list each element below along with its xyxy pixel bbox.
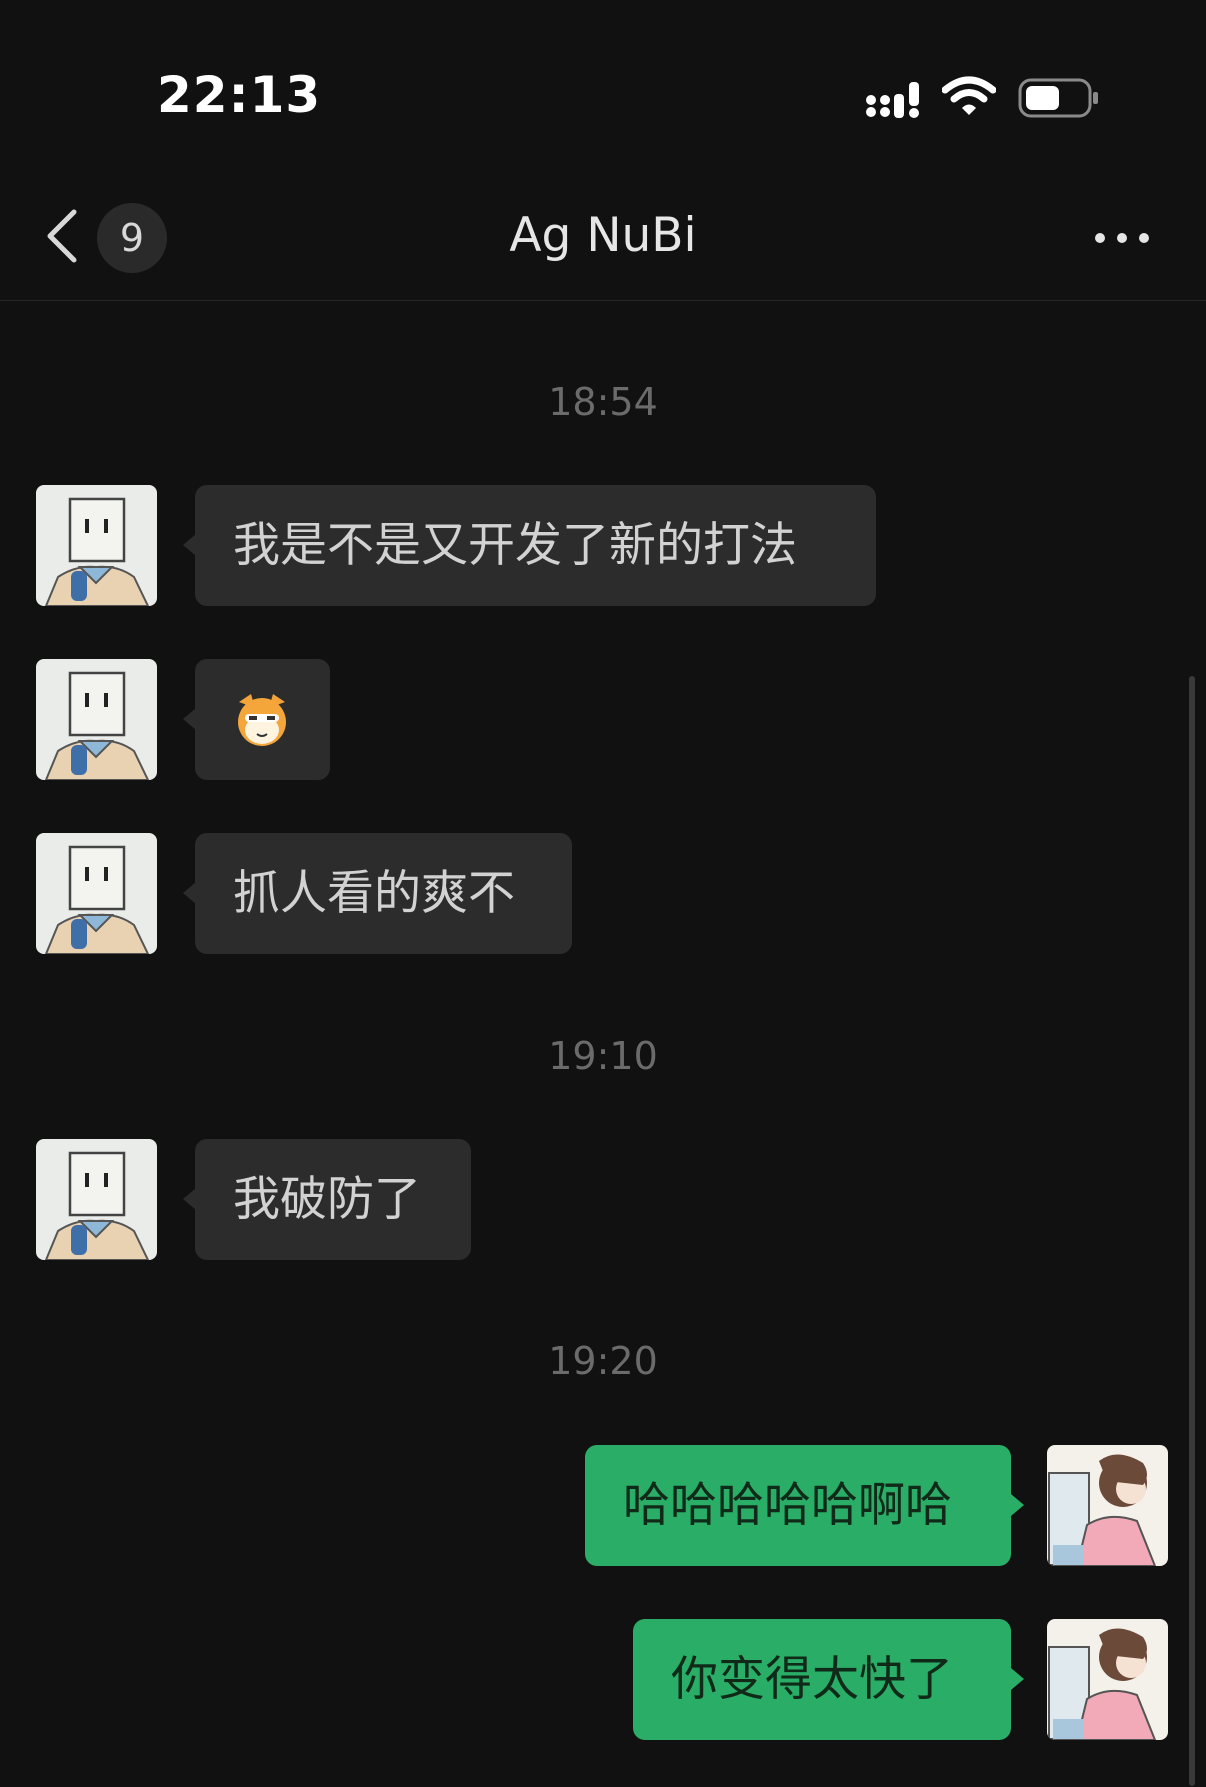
chat-header: 9 Ag NuBi xyxy=(0,150,1206,301)
ellipsis-icon[interactable] xyxy=(1092,228,1152,248)
contact-avatar[interactable] xyxy=(36,1139,157,1260)
message-timestamp: 19:20 xyxy=(548,1339,658,1383)
cat-sticker xyxy=(238,694,286,746)
self-avatar[interactable] xyxy=(1047,1619,1168,1740)
self-avatar[interactable] xyxy=(1047,1445,1168,1566)
message-timestamp: 19:10 xyxy=(548,1034,658,1078)
contact-avatar[interactable] xyxy=(36,833,157,954)
bubble-tail xyxy=(1011,1494,1024,1516)
bubble-tail xyxy=(1011,1668,1024,1690)
outgoing-message-bubble[interactable]: 你变得太快了 xyxy=(633,1619,1011,1740)
signal-icon xyxy=(866,82,919,118)
outgoing-message-bubble[interactable]: 哈哈哈哈哈啊哈 xyxy=(585,1445,1011,1566)
contact-avatar[interactable] xyxy=(36,485,157,606)
chat-title: Ag NuBi xyxy=(509,208,697,263)
wifi-icon xyxy=(942,76,996,115)
incoming-message-bubble[interactable]: 抓人看的爽不 xyxy=(195,833,572,954)
scrollbar[interactable] xyxy=(1189,676,1195,1786)
status-bar: 22:13 xyxy=(0,0,1206,150)
battery-icon xyxy=(1018,78,1098,118)
status-clock: 22:13 xyxy=(157,66,322,124)
contact-avatar[interactable] xyxy=(36,659,157,780)
incoming-message-bubble[interactable]: 我是不是又开发了新的打法 xyxy=(195,485,876,606)
incoming-message-bubble[interactable]: 我破防了 xyxy=(195,1139,471,1260)
message-timestamp: 18:54 xyxy=(548,380,658,424)
incoming-sticker-bubble[interactable] xyxy=(195,659,330,780)
